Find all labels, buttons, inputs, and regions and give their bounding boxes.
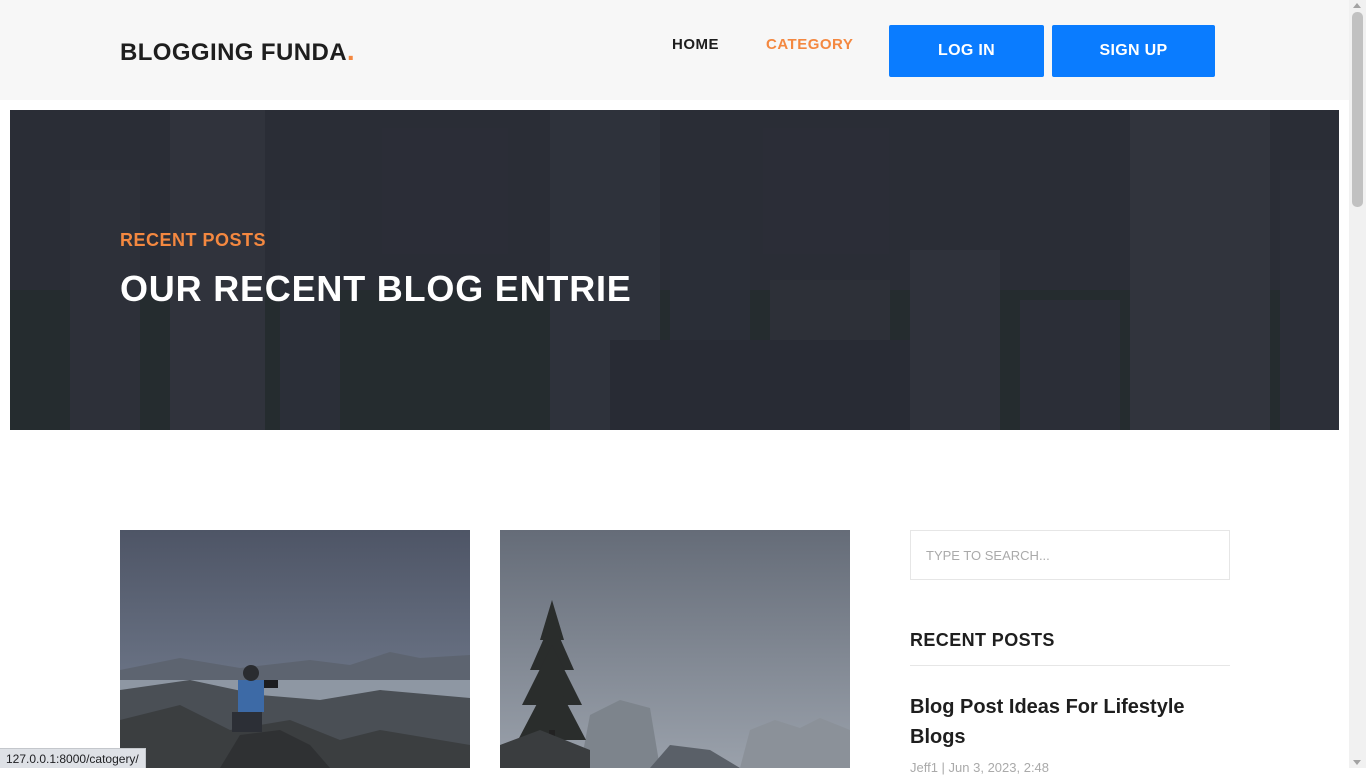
sidebar-heading: RECENT POSTS [910, 630, 1055, 650]
post-card-image-photographer[interactable] [120, 530, 470, 768]
site-logo[interactable]: BLOGGING FUNDA. [120, 37, 355, 67]
scroll-up-arrow-icon[interactable] [1353, 3, 1361, 8]
search-input[interactable] [910, 530, 1230, 580]
hero-kicker: RECENT POSTS [120, 230, 267, 250]
nav-category[interactable]: CATEGORY [766, 36, 853, 53]
site-header: BLOGGING FUNDA. HOME CATEGORY LOG IN SIG… [0, 0, 1349, 100]
signup-button[interactable]: SIGN UP [1052, 25, 1215, 77]
page-scrollbar[interactable] [1349, 0, 1366, 768]
tree-valley-image [500, 530, 850, 768]
browser-status-bar: 127.0.0.1:8000/catogery/ [0, 748, 146, 768]
sidebar-divider [910, 665, 1230, 666]
logo-dot: . [346, 35, 356, 66]
scroll-thumb[interactable] [1352, 12, 1363, 207]
photographer-mountain-image [120, 530, 470, 768]
post-card-image-tree[interactable] [500, 530, 850, 768]
hero-banner: RECENT POSTS OUR RECENT BLOG ENTRIE [10, 110, 1339, 430]
nav-home[interactable]: HOME [672, 36, 719, 53]
recent-post-link[interactable]: Blog Post Ideas For Lifestyle Blogs [910, 692, 1210, 752]
scroll-down-arrow-icon[interactable] [1353, 760, 1361, 765]
hero-title: OUR RECENT BLOG ENTRIE [120, 268, 632, 309]
login-button[interactable]: LOG IN [889, 25, 1044, 77]
logo-text: BLOGGING FUNDA [120, 39, 347, 66]
